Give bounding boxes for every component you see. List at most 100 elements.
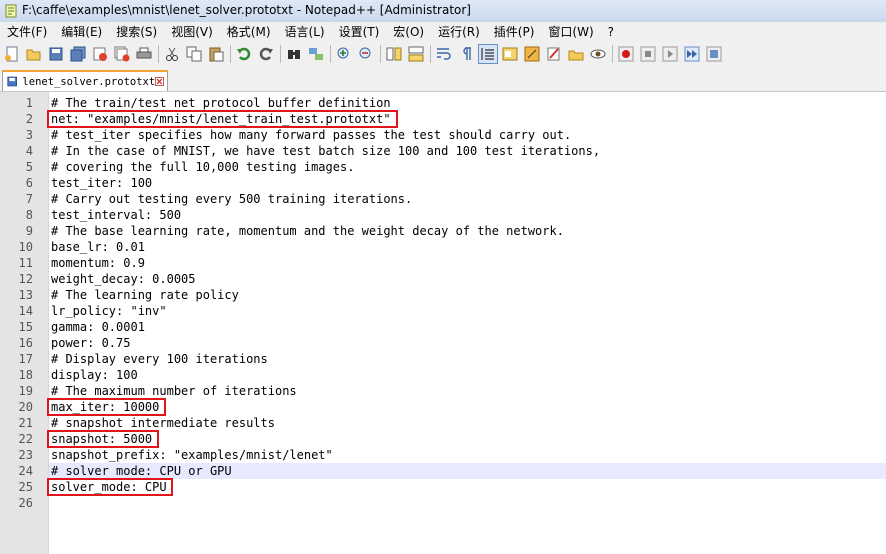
close-tab-icon[interactable] — [155, 76, 164, 87]
red-highlight-box — [47, 110, 398, 128]
line-number: 10 — [18, 240, 33, 254]
close-icon[interactable] — [91, 45, 109, 63]
paste-icon[interactable] — [207, 45, 225, 63]
stop-record-icon[interactable] — [639, 45, 657, 63]
code-line[interactable]: # The train/test net protocol buffer def… — [51, 95, 391, 111]
toolbar-separator — [230, 45, 231, 63]
code-line[interactable]: display: 100 — [51, 367, 138, 383]
line-number: 14 — [18, 304, 33, 318]
red-highlight-box — [47, 398, 166, 416]
code-line[interactable]: # Display every 100 iterations — [51, 351, 268, 367]
code-line[interactable]: base_lr: 0.01 — [51, 239, 145, 255]
line-number: 21 — [18, 416, 33, 430]
code-line[interactable]: gamma: 0.0001 — [51, 319, 145, 335]
toolbar-separator — [380, 45, 381, 63]
redo-icon[interactable] — [257, 45, 275, 63]
close-all-icon[interactable] — [113, 45, 131, 63]
show-all-chars-icon[interactable] — [457, 45, 475, 63]
run-macro-multiple-icon[interactable] — [683, 45, 701, 63]
line-number: 19 — [18, 384, 33, 398]
find-icon[interactable] — [285, 45, 303, 63]
replace-icon[interactable] — [307, 45, 325, 63]
menu-settings[interactable]: 设置(T) — [332, 22, 387, 42]
line-number: 5 — [25, 160, 33, 174]
cut-icon[interactable] — [163, 45, 181, 63]
indent-guide-icon[interactable] — [478, 44, 498, 64]
function-list-icon[interactable] — [523, 45, 541, 63]
monitor-icon[interactable] — [567, 45, 585, 63]
menu-language[interactable]: 语言(L) — [278, 22, 332, 42]
red-highlight-box — [47, 430, 159, 448]
copy-icon[interactable] — [185, 45, 203, 63]
line-number: 9 — [25, 224, 33, 238]
line-number: 4 — [25, 144, 33, 158]
sync-horizontal-icon[interactable] — [407, 45, 425, 63]
toolbar — [0, 42, 886, 66]
line-number: 7 — [25, 192, 33, 206]
toolbar-separator — [430, 45, 431, 63]
toolbar-separator — [330, 45, 331, 63]
menu-window[interactable]: 窗口(W) — [541, 22, 600, 42]
toolbar-separator — [158, 45, 159, 63]
menu-file[interactable]: 文件(F) — [0, 22, 54, 42]
menu-run[interactable]: 运行(R) — [431, 22, 487, 42]
line-number: 11 — [18, 256, 33, 270]
code-line[interactable]: # solver mode: CPU or GPU — [51, 463, 232, 479]
code-line[interactable]: # In the case of MNIST, we have test bat… — [51, 143, 600, 159]
open-file-icon[interactable] — [25, 45, 43, 63]
record-macro-icon[interactable] — [617, 45, 635, 63]
tab-label: lenet_solver.prototxt — [22, 75, 156, 88]
play-macro-icon[interactable] — [661, 45, 679, 63]
line-number: 3 — [25, 128, 33, 142]
line-number: 22 — [18, 432, 33, 446]
menu-macro[interactable]: 宏(O) — [386, 22, 431, 42]
menu-bar: 文件(F) 编辑(E) 搜索(S) 视图(V) 格式(M) 语言(L) 设置(T… — [0, 22, 886, 42]
line-number: 17 — [18, 352, 33, 366]
code-line[interactable]: # covering the full 10,000 testing image… — [51, 159, 354, 175]
title-bar: F:\caffe\examples\mnist\lenet_solver.pro… — [0, 0, 886, 23]
eye-icon[interactable] — [589, 45, 607, 63]
menu-help[interactable]: ? — [601, 22, 621, 42]
code-line[interactable]: # The base learning rate, momentum and t… — [51, 223, 564, 239]
line-number: 20 — [18, 400, 33, 414]
code-line[interactable]: snapshot_prefix: "examples/mnist/lenet" — [51, 447, 333, 463]
code-line[interactable]: # The learning rate policy — [51, 287, 239, 303]
menu-plugins[interactable]: 插件(P) — [487, 22, 542, 42]
document-map-icon[interactable] — [501, 45, 519, 63]
menu-edit[interactable]: 编辑(E) — [54, 22, 109, 42]
code-line[interactable]: weight_decay: 0.0005 — [51, 271, 196, 287]
sync-vertical-icon[interactable] — [385, 45, 403, 63]
code-line[interactable]: power: 0.75 — [51, 335, 130, 351]
menu-search[interactable]: 搜索(S) — [109, 22, 164, 42]
code-line[interactable]: # snapshot intermediate results — [51, 415, 275, 431]
code-line[interactable]: test_interval: 500 — [51, 207, 181, 223]
word-wrap-icon[interactable] — [435, 45, 453, 63]
line-number: 13 — [18, 288, 33, 302]
folder-icon[interactable] — [545, 45, 563, 63]
tab-bar: lenet_solver.prototxt — [0, 66, 886, 92]
save-icon[interactable] — [47, 45, 65, 63]
code-line[interactable]: momentum: 0.9 — [51, 255, 145, 271]
zoom-out-icon[interactable] — [357, 45, 375, 63]
code-line[interactable]: test_iter: 100 — [51, 175, 152, 191]
print-icon[interactable] — [135, 45, 153, 63]
new-file-icon[interactable] — [3, 45, 21, 63]
zoom-in-icon[interactable] — [335, 45, 353, 63]
toolbar-separator — [280, 45, 281, 63]
line-number: 24 — [18, 464, 33, 478]
save-macro-icon[interactable] — [705, 45, 723, 63]
line-number: 26 — [18, 496, 33, 510]
code-line[interactable]: # Carry out testing every 500 training i… — [51, 191, 412, 207]
save-all-icon[interactable] — [69, 45, 87, 63]
line-number: 6 — [25, 176, 33, 190]
code-line[interactable]: # The maximum number of iterations — [51, 383, 297, 399]
toolbar-separator — [612, 45, 613, 63]
menu-view[interactable]: 视图(V) — [164, 22, 220, 42]
code-line[interactable]: # test_iter specifies how many forward p… — [51, 127, 571, 143]
menu-format[interactable]: 格式(M) — [220, 22, 278, 42]
tab-lenet-solver[interactable]: lenet_solver.prototxt — [2, 70, 168, 91]
code-line[interactable]: lr_policy: "inv" — [51, 303, 167, 319]
undo-icon[interactable] — [235, 45, 253, 63]
line-number: 16 — [18, 336, 33, 350]
editor[interactable]: 1 2 3 4 5 6 7 8 9 10 11 12 13 14 15 16 17 18 19 20 21 22 23 24 2… — [0, 92, 886, 554]
